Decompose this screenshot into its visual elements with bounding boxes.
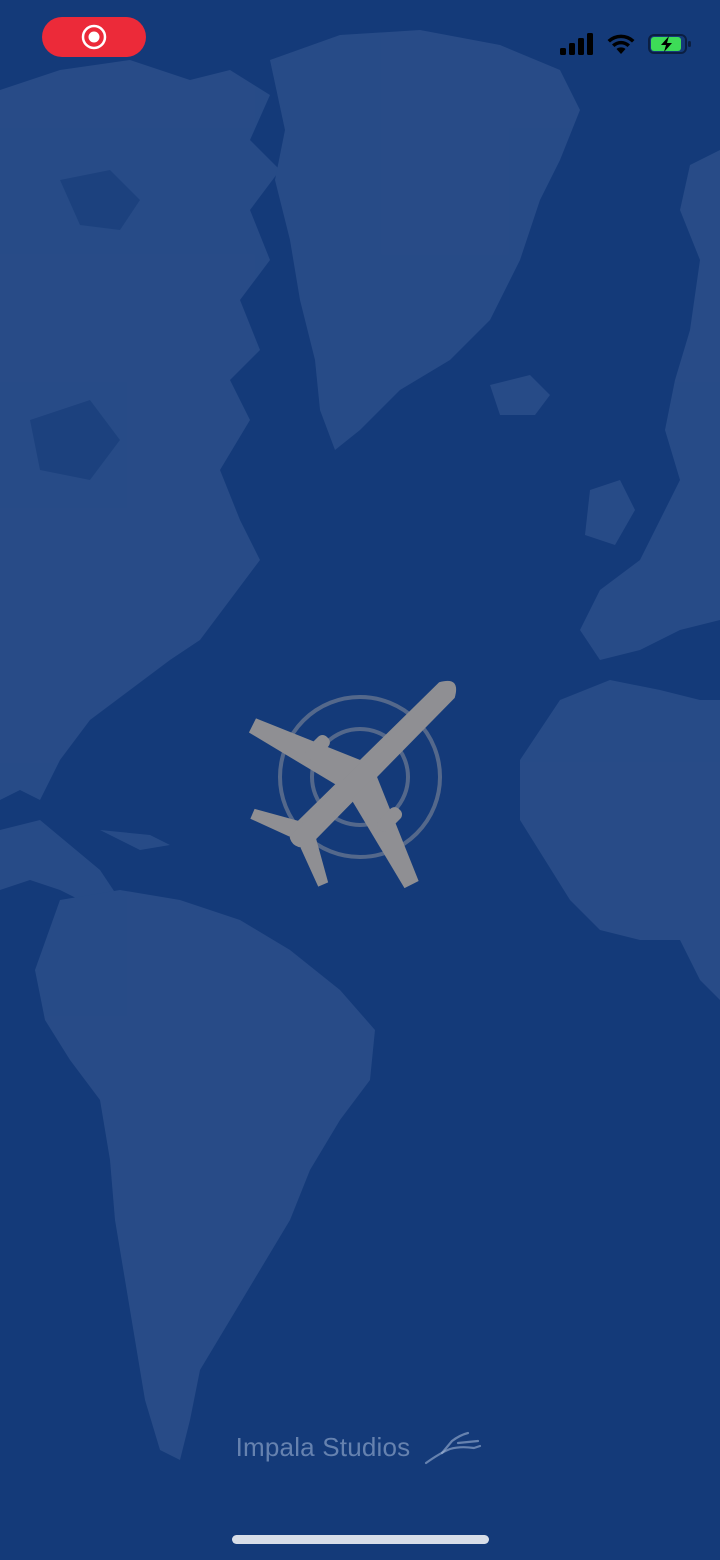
impala-logo-icon	[425, 1431, 482, 1465]
brand-name: Impala Studios	[235, 1431, 411, 1462]
screen-recording-indicator[interactable]	[42, 17, 146, 57]
status-icons	[560, 30, 692, 58]
cellular-signal-icon	[560, 33, 593, 55]
record-icon	[81, 24, 107, 50]
home-indicator[interactable]	[232, 1535, 489, 1544]
airplane-icon	[248, 680, 457, 889]
splash-screen: Impala Studios	[0, 0, 720, 1560]
wifi-icon	[607, 34, 635, 54]
battery-charging-icon	[648, 34, 691, 54]
footer-branding: Impala Studios	[0, 1422, 720, 1472]
status-bar	[0, 0, 720, 90]
